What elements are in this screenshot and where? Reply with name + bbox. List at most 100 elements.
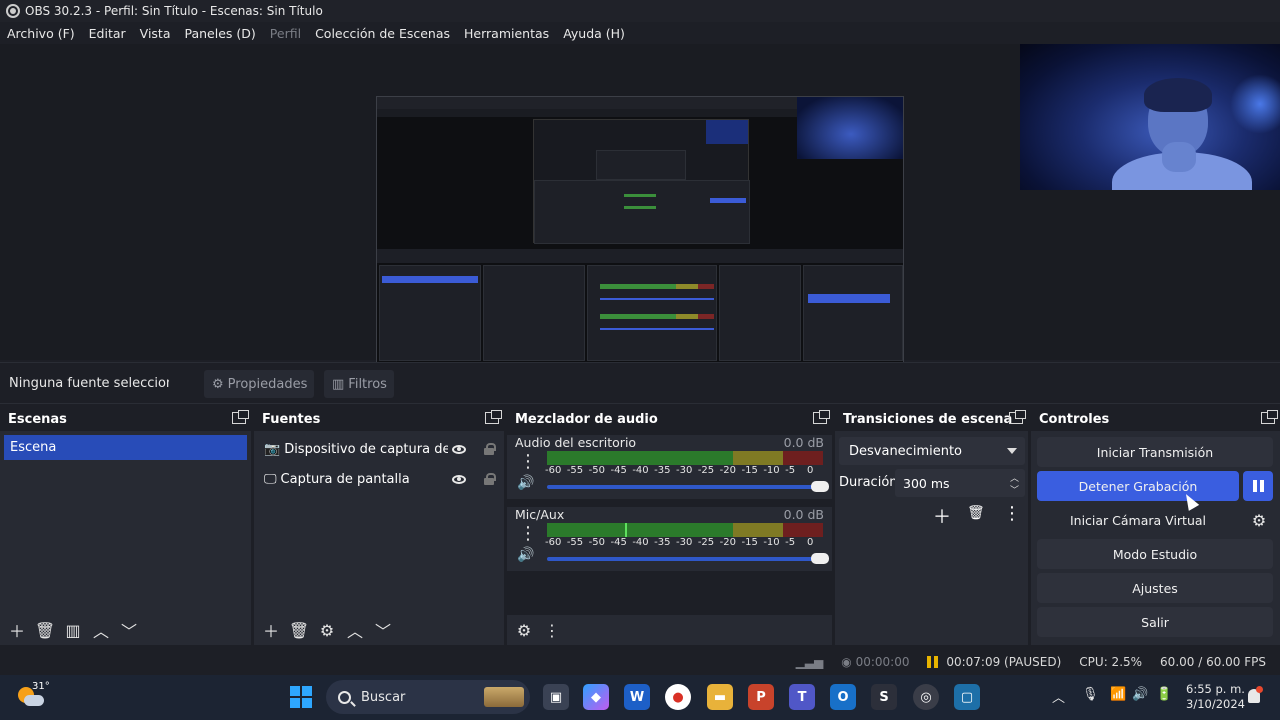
source-item[interactable]: 📷 Dispositivo de captura de video: [264, 436, 496, 462]
preview-area[interactable]: [0, 44, 1280, 395]
powerpoint-icon[interactable]: P: [748, 684, 774, 710]
copilot-icon[interactable]: ◆: [583, 684, 609, 710]
menu-archivo[interactable]: Archivo (F): [0, 26, 82, 41]
stream-icon: ◉: [841, 654, 852, 669]
volume-slider[interactable]: [547, 553, 829, 564]
scenes-header: Escenas: [0, 407, 251, 431]
eye-icon[interactable]: [452, 444, 467, 454]
stop-recording-button[interactable]: Detener Grabación: [1037, 471, 1239, 501]
tick-label: -55: [566, 465, 584, 476]
word-icon[interactable]: W: [624, 684, 650, 710]
stream-status: ◉ 00:00:00: [841, 655, 909, 669]
kebab-menu-icon[interactable]: [519, 451, 537, 472]
settings-button[interactable]: Ajustes: [1037, 573, 1273, 603]
pause-recording-button[interactable]: [1243, 471, 1273, 501]
speaker-icon[interactable]: 🔊: [517, 475, 534, 491]
undock-icon[interactable]: [813, 410, 830, 424]
wifi-icon[interactable]: 📶: [1110, 687, 1126, 702]
kebab-menu-icon[interactable]: [519, 523, 537, 544]
menu-paneles[interactable]: Paneles (D): [178, 26, 263, 41]
eye-icon[interactable]: [452, 474, 467, 484]
start-stream-button[interactable]: Iniciar Transmisión: [1037, 437, 1273, 467]
volume-handle[interactable]: [811, 481, 829, 492]
mixer-header: Mezclador de audio: [507, 407, 832, 431]
volume-handle[interactable]: [811, 553, 829, 564]
move-down-icon[interactable]: ﹀: [372, 619, 394, 641]
weather-widget[interactable]: 31°: [18, 681, 50, 711]
source-name: Captura de pantalla: [280, 471, 410, 487]
remote-desktop-icon[interactable]: ▢: [954, 684, 980, 710]
notification-bell-icon[interactable]: [1248, 686, 1263, 703]
lock-icon[interactable]: [484, 443, 496, 455]
undock-icon[interactable]: [485, 410, 502, 424]
channel-db: 0.0 dB: [783, 507, 824, 522]
advanced-audio-icon[interactable]: ⚙: [513, 619, 535, 641]
search-highlight-image: [484, 687, 524, 707]
start-virtual-camera-button[interactable]: Iniciar Cámara Virtual: [1037, 505, 1239, 535]
chrome-icon[interactable]: ●: [665, 684, 691, 710]
scene-item[interactable]: Escena: [4, 435, 247, 460]
taskbar-search[interactable]: Buscar: [326, 680, 530, 714]
controls-title: Controles: [1039, 411, 1110, 427]
add-icon[interactable]: ＋: [6, 619, 28, 641]
speaker-icon[interactable]: 🔊: [517, 547, 534, 563]
filters-button[interactable]: ▥ Filtros: [324, 370, 394, 398]
scenes-list: Escena: [0, 431, 251, 645]
gear-icon[interactable]: ⚙: [316, 619, 338, 641]
tick-label: -5: [785, 465, 796, 476]
battery-icon[interactable]: 🔋: [1156, 687, 1172, 702]
move-down-icon[interactable]: ﹀: [118, 619, 140, 641]
file-explorer-icon[interactable]: ▬: [707, 684, 733, 710]
menu-ayuda[interactable]: Ayuda (H): [556, 26, 632, 41]
sources-dock: Fuentes 📷 Dispositivo de captura de vide…: [254, 407, 504, 645]
channel-db: 0.0 dB: [783, 435, 824, 450]
menu-coleccion-escenas[interactable]: Colección de Escenas: [308, 26, 457, 41]
tick-labels: -60 -55 -50 -45 -40 -35 -30 -25 -20 -15 -10 -5 0: [545, 537, 827, 549]
paused-icon: [927, 656, 939, 668]
lock-icon[interactable]: [484, 473, 496, 485]
studio-mode-button[interactable]: Modo Estudio: [1037, 539, 1273, 569]
volume-icon[interactable]: 🔊: [1132, 687, 1148, 702]
camera-icon: 📷: [264, 441, 281, 457]
mini-controls: [803, 265, 903, 361]
undock-icon[interactable]: [232, 410, 249, 424]
clock-time: 6:55 p. m.: [1186, 682, 1245, 696]
menu-vista[interactable]: Vista: [133, 26, 178, 41]
mini-transitions: [719, 265, 801, 361]
exit-button[interactable]: Salir: [1037, 607, 1273, 637]
tick-label: -20: [719, 537, 736, 548]
preview-canvas[interactable]: [376, 96, 904, 395]
filter-icon[interactable]: ▥: [62, 619, 84, 641]
kebab-menu-icon[interactable]: ⋮: [1003, 503, 1021, 524]
windows-start-icon[interactable]: [290, 686, 312, 708]
add-icon[interactable]: ＋: [933, 503, 951, 529]
mini-preview: [533, 119, 750, 244]
teams-icon[interactable]: T: [789, 684, 815, 710]
gear-icon[interactable]: ⚙: [1245, 506, 1273, 534]
add-icon[interactable]: ＋: [260, 619, 282, 641]
move-up-icon[interactable]: ︿: [90, 619, 112, 641]
obs-taskbar-icon[interactable]: ◎: [913, 684, 939, 710]
source-item[interactable]: 🖵 Captura de pantalla: [264, 466, 496, 492]
trash-icon[interactable]: 🗑: [34, 619, 56, 641]
properties-button[interactable]: ⚙ Propiedades: [204, 370, 314, 398]
trash-icon[interactable]: 🗑: [288, 619, 310, 641]
kebab-menu-icon[interactable]: ⋮: [541, 619, 563, 641]
duration-input[interactable]: 300 ms ︿ ﹀: [895, 469, 1025, 497]
outlook-icon[interactable]: O: [830, 684, 856, 710]
app-s-icon[interactable]: S: [871, 684, 897, 710]
menu-editar[interactable]: Editar: [82, 26, 133, 41]
chevron-up-icon[interactable]: ︿: [1052, 687, 1065, 706]
undock-icon[interactable]: [1009, 410, 1026, 424]
mini-scenes: [379, 265, 481, 361]
microphone-icon[interactable]: 🎙: [1082, 687, 1099, 702]
transition-select[interactable]: Desvanecimiento: [839, 437, 1025, 465]
undock-icon[interactable]: [1261, 410, 1278, 424]
move-up-icon[interactable]: ︿: [344, 619, 366, 641]
taskbar-clock[interactable]: 6:55 p. m. 3/10/2024: [1186, 682, 1245, 712]
volume-slider[interactable]: [547, 481, 829, 492]
task-view-icon[interactable]: ▣: [543, 684, 569, 710]
menu-herramientas[interactable]: Herramientas: [457, 26, 556, 41]
spin-down-icon[interactable]: ﹀: [1010, 483, 1019, 496]
trash-icon[interactable]: 🗑: [967, 505, 985, 521]
